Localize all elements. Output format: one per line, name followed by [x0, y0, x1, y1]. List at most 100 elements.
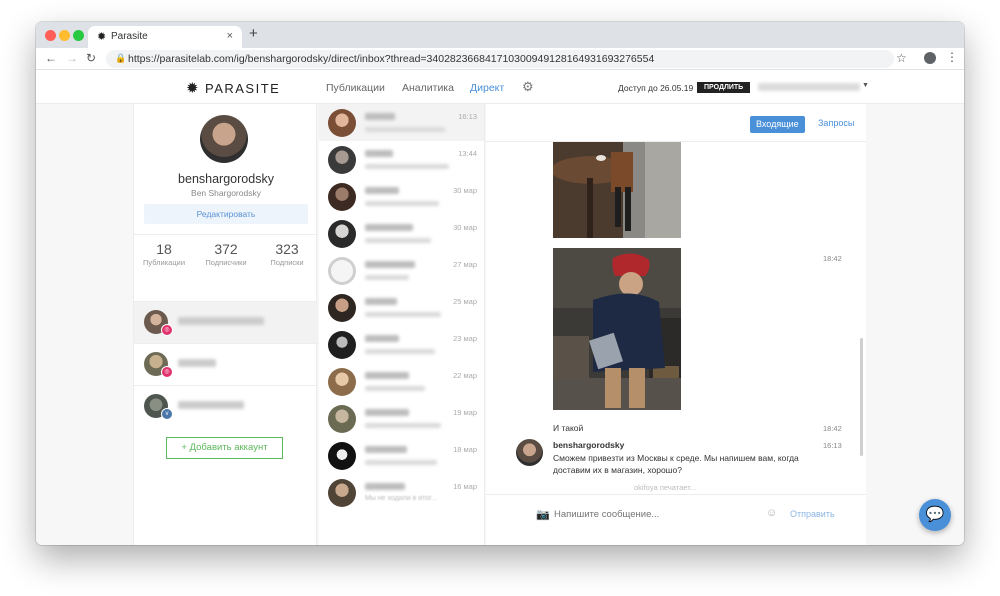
- minimize-window-button[interactable]: [59, 30, 70, 41]
- profile-stats: 18 Публикации 372 Подписчики 323 Подписк…: [134, 234, 318, 272]
- url-text[interactable]: https://parasitelab.com/ig/benshargorods…: [128, 53, 654, 65]
- thread-date: 30 мар: [453, 223, 477, 232]
- browser-window: ✹ Parasite × + ← → ↻ 🔒 https://parasitel…: [36, 22, 964, 545]
- nav-publications[interactable]: Публикации: [326, 82, 385, 94]
- message-text: И такой: [553, 423, 584, 433]
- avatar: [328, 442, 356, 470]
- avatar: [328, 183, 356, 211]
- thread-item[interactable]: Мы не ходили в итог... 16 мар: [319, 474, 484, 511]
- gear-icon[interactable]: ⚙: [522, 79, 534, 95]
- parasite-logo-icon[interactable]: ✹: [186, 79, 199, 97]
- tab-inbox[interactable]: Входящие: [750, 116, 805, 133]
- address-bar[interactable]: 🔒 https://parasitelab.com/ig/benshargoro…: [106, 50, 894, 68]
- typing-indicator: okifoya печатает...: [634, 483, 697, 492]
- thread-item[interactable]: 19 мар: [319, 400, 484, 437]
- thread-name-blurred: [365, 298, 397, 305]
- account-item[interactable]: ◎: [134, 343, 318, 385]
- edit-profile-button[interactable]: Редактировать: [144, 204, 308, 224]
- thread-preview-blurred: [365, 460, 437, 465]
- message-time: 18:42: [823, 424, 842, 433]
- avatar: [328, 479, 356, 507]
- tab-requests[interactable]: Запросы: [818, 118, 854, 128]
- instagram-icon: ◎: [161, 324, 173, 336]
- message-composer: 📷 ☺ Отправить: [486, 494, 866, 545]
- access-expiry: Доступ до 26.05.19: [618, 83, 694, 93]
- thread-item[interactable]: 30 мар: [319, 178, 484, 215]
- browser-toolbar: ← → ↻ 🔒 https://parasitelab.com/ig/bensh…: [36, 48, 964, 70]
- thread-name-blurred: [365, 409, 409, 416]
- camera-icon[interactable]: 📷: [536, 508, 550, 521]
- support-chat-button[interactable]: 💬: [919, 499, 951, 531]
- thread-date: 18 мар: [453, 445, 477, 454]
- browser-tab-bar: ✹ Parasite × +: [36, 22, 964, 48]
- add-account-button[interactable]: + Добавить аккаунт: [166, 437, 283, 459]
- thread-date: 22 мар: [453, 371, 477, 380]
- account-email-blurred[interactable]: [758, 83, 860, 91]
- nav-direct[interactable]: Директ: [470, 82, 504, 94]
- nav-analytics[interactable]: Аналитика: [402, 82, 454, 94]
- thread-date: 27 мар: [453, 260, 477, 269]
- tab-title: Parasite: [111, 31, 148, 42]
- extend-button[interactable]: ПРОДЛИТЬ: [697, 82, 751, 93]
- reload-icon[interactable]: ↻: [86, 51, 96, 65]
- close-window-button[interactable]: [45, 30, 56, 41]
- message-time: 18:42: [823, 254, 842, 263]
- profile-panel: benshargorodsky Ben Shargorodsky Редакти…: [133, 104, 318, 545]
- avatar: [328, 294, 356, 322]
- thread-name-blurred: [365, 113, 395, 120]
- thread-name-blurred: [365, 150, 393, 157]
- stat-followers: 372 Подписчики: [196, 241, 256, 267]
- lock-icon: 🔒: [115, 53, 127, 63]
- thread-name-blurred: [365, 335, 399, 342]
- logo-text[interactable]: PARASITE: [205, 81, 280, 96]
- thread-name-blurred: [365, 372, 409, 379]
- account-name-blurred: [178, 317, 264, 325]
- browser-menu-icon[interactable]: ⋮: [946, 50, 958, 64]
- thread-preview: Мы не ходили в итог...: [365, 495, 437, 502]
- send-button[interactable]: Отправить: [790, 509, 835, 519]
- main-area: benshargorodsky Ben Shargorodsky Редакти…: [36, 104, 964, 545]
- thread-item[interactable]: 13:44: [319, 141, 484, 178]
- thread-date: 25 мар: [453, 297, 477, 306]
- account-name-blurred: [178, 401, 244, 409]
- avatar: [328, 109, 356, 137]
- thread-item[interactable]: 27 мар: [319, 252, 484, 289]
- scrollbar[interactable]: [860, 338, 863, 456]
- forward-arrow-icon[interactable]: →: [66, 51, 78, 65]
- bookmark-star-icon[interactable]: ☆: [896, 51, 907, 65]
- account-item[interactable]: v: [134, 385, 318, 427]
- stat-value: 372: [214, 241, 238, 257]
- thread-preview-blurred: [365, 275, 409, 280]
- account-name-blurred: [178, 359, 216, 367]
- thread-date: 13:44: [458, 149, 477, 158]
- stat-value: 18: [156, 241, 172, 257]
- thread-item[interactable]: 18 мар: [319, 437, 484, 474]
- message-photo[interactable]: [553, 248, 681, 410]
- thread-item[interactable]: 16:13: [319, 104, 484, 141]
- stat-publications: 18 Публикации: [134, 241, 194, 267]
- vk-icon: v: [161, 408, 173, 420]
- account-item[interactable]: ◎: [134, 301, 318, 343]
- profile-icon[interactable]: [924, 52, 936, 64]
- conversation-panel: Входящие Запросы 18:42 И такой 18:42 ben…: [486, 104, 866, 545]
- message-input[interactable]: [554, 507, 754, 521]
- thread-preview-blurred: [365, 312, 441, 317]
- back-arrow-icon[interactable]: ←: [45, 51, 57, 65]
- browser-tab[interactable]: ✹ Parasite ×: [88, 26, 242, 48]
- thread-item[interactable]: 23 мар: [319, 326, 484, 363]
- thread-item[interactable]: 30 мар: [319, 215, 484, 252]
- emoji-icon[interactable]: ☺: [766, 507, 777, 519]
- thread-date: 16:13: [458, 112, 477, 121]
- thread-preview-blurred: [365, 164, 449, 169]
- message-body: Сможем привезти из Москвы к среде. Мы на…: [553, 453, 799, 475]
- thread-item[interactable]: 22 мар: [319, 363, 484, 400]
- new-tab-button[interactable]: +: [249, 26, 258, 42]
- chevron-down-icon[interactable]: ▼: [862, 82, 869, 89]
- message-photo[interactable]: [553, 142, 681, 238]
- thread-item[interactable]: 25 мар: [319, 289, 484, 326]
- thread-preview-blurred: [365, 127, 445, 132]
- maximize-window-button[interactable]: [73, 30, 84, 41]
- tab-close-icon[interactable]: ×: [227, 30, 233, 42]
- thread-list: 16:13 13:44 30 мар 30 мар 27 мар 25 мар …: [319, 104, 485, 545]
- thread-preview-blurred: [365, 349, 435, 354]
